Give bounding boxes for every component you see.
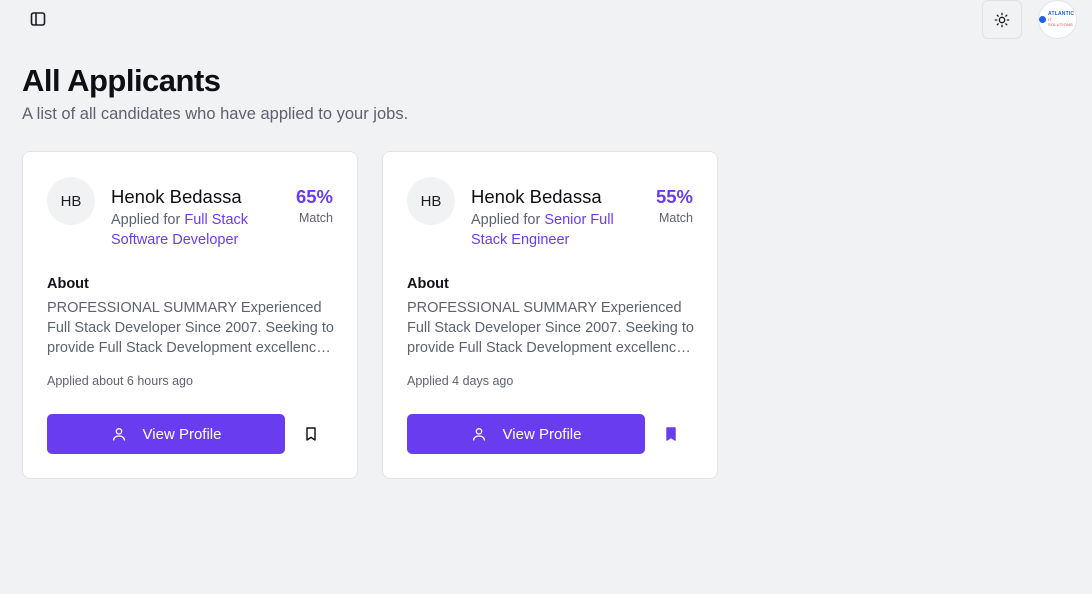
applied-for: Applied for Full Stack Software Develope…	[111, 210, 271, 250]
match-percent: 65%	[295, 186, 333, 207]
match-percent: 55%	[655, 186, 693, 207]
sidebar-toggle-button[interactable]	[28, 10, 48, 28]
about-text: PROFESSIONAL SUMMARY Experienced Full St…	[47, 300, 334, 356]
view-profile-button[interactable]: View Profile	[407, 414, 645, 454]
bookmark-filled-icon	[666, 427, 676, 441]
logo-mark	[1039, 16, 1046, 23]
top-bar: ATLANTIC IT SOLUTIONS	[0, 0, 1092, 40]
about-heading: About	[407, 276, 449, 292]
sun-icon	[994, 12, 1010, 27]
panel-left-icon	[30, 12, 46, 26]
applied-for-prefix: Applied for	[111, 212, 181, 228]
bookmark-button-active[interactable]	[659, 422, 683, 446]
candidate-name: Henok Bedassa	[471, 186, 602, 207]
page-title: All Applicants	[22, 63, 221, 98]
bookmark-button[interactable]	[299, 422, 323, 446]
applicant-card: HB Henok Bedassa Applied for Senior Full…	[382, 151, 718, 479]
user-icon	[471, 426, 487, 442]
logo-tagline: IT SOLUTIONS	[1048, 17, 1073, 27]
avatar: HB	[407, 177, 455, 225]
avatar: HB	[47, 177, 95, 225]
user-icon	[111, 426, 127, 442]
view-profile-button[interactable]: View Profile	[47, 414, 285, 454]
theme-toggle-button[interactable]	[982, 0, 1022, 39]
about-heading: About	[47, 276, 89, 292]
match-label: Match	[298, 211, 333, 225]
company-logo-avatar[interactable]: ATLANTIC IT SOLUTIONS	[1038, 0, 1077, 39]
applied-time: Applied 4 days ago	[407, 374, 514, 388]
applicant-card: HB Henok Bedassa Applied for Full Stack …	[22, 151, 358, 479]
applied-for: Applied for Senior Full Stack Engineer	[471, 210, 631, 250]
page-subtitle: A list of all candidates who have applie…	[22, 105, 409, 123]
applied-time: Applied about 6 hours ago	[47, 374, 193, 388]
candidate-name: Henok Bedassa	[111, 186, 242, 207]
view-profile-label: View Profile	[142, 425, 222, 443]
view-profile-label: View Profile	[502, 425, 582, 443]
about-text: PROFESSIONAL SUMMARY Experienced Full St…	[407, 300, 694, 356]
match-label: Match	[658, 211, 693, 225]
applied-for-prefix: Applied for	[471, 212, 541, 228]
bookmark-icon	[306, 427, 316, 441]
